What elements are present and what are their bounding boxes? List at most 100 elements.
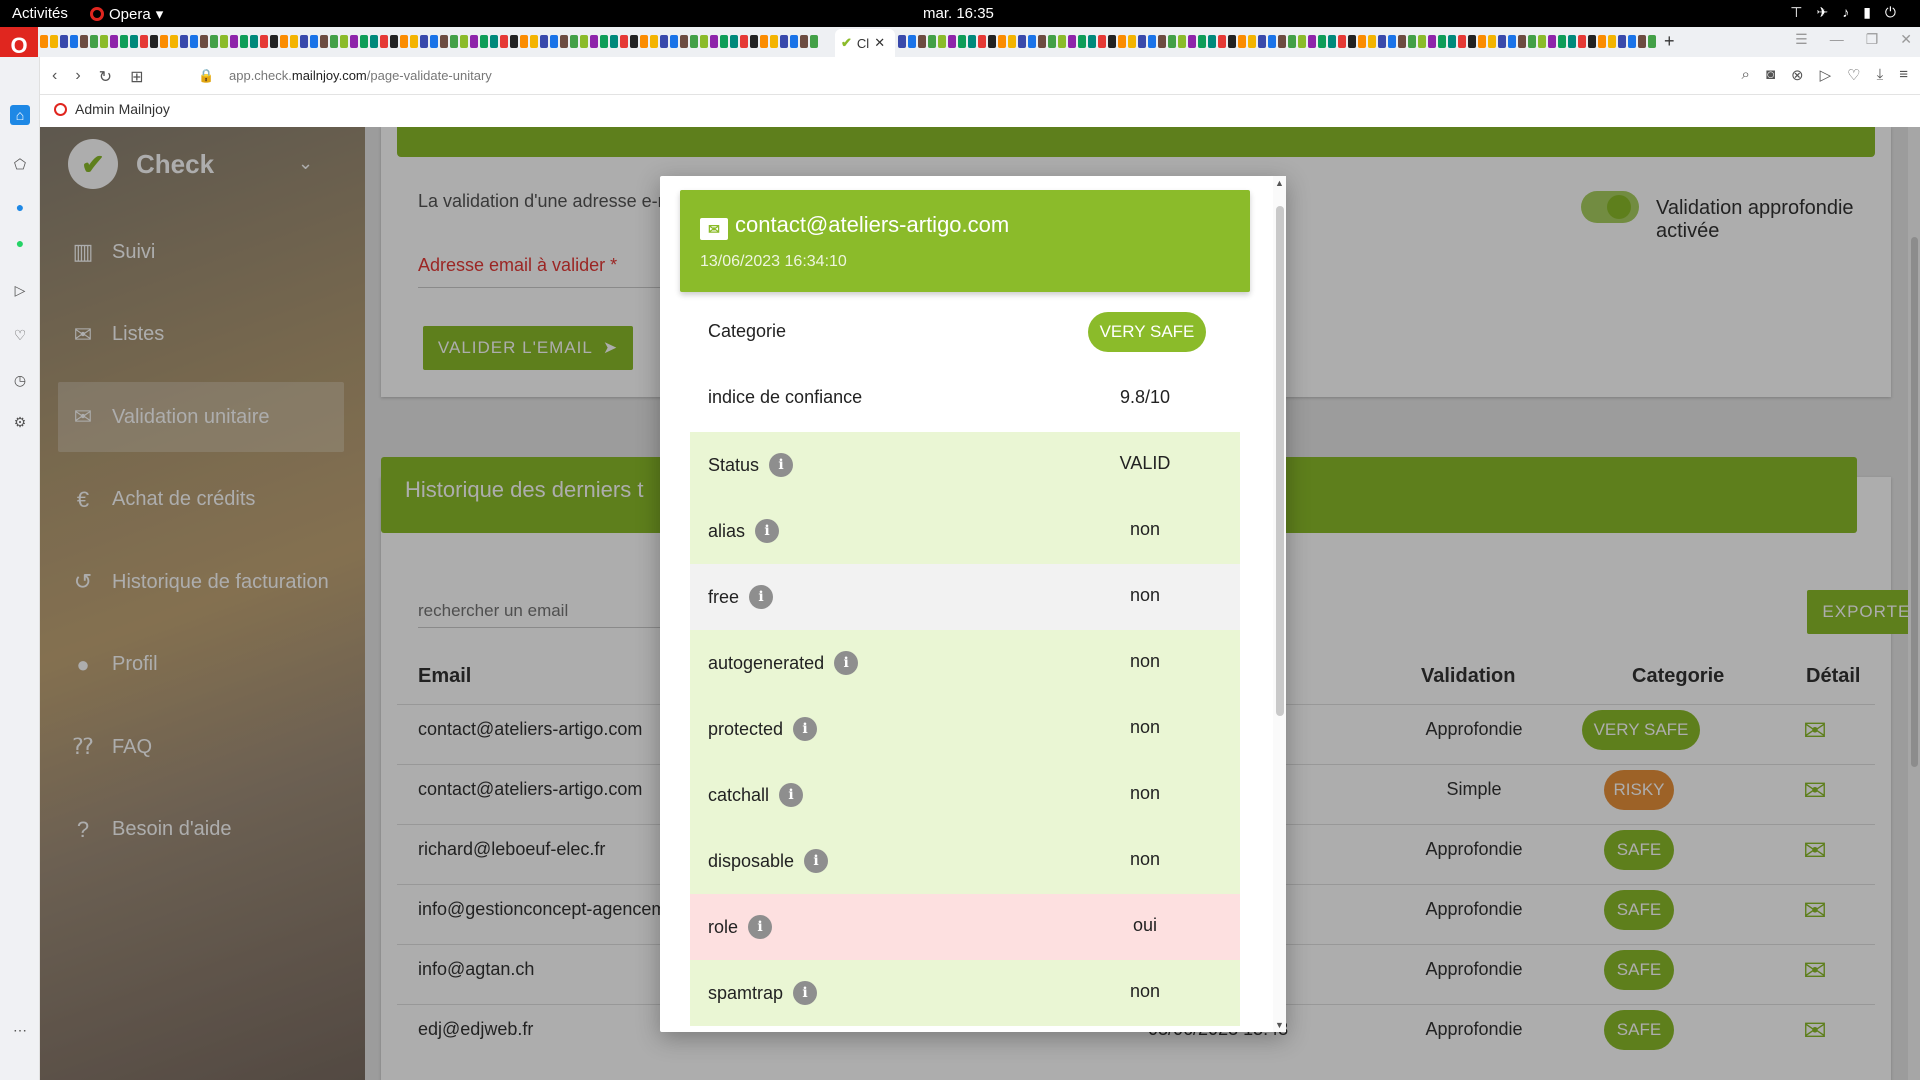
tab-favicon[interactable]	[490, 35, 498, 48]
tab-favicon[interactable]	[1078, 35, 1086, 48]
tab-favicon[interactable]	[400, 35, 408, 48]
tab-favicon[interactable]	[1478, 35, 1486, 48]
tab-favicon[interactable]	[270, 35, 278, 48]
info-icon[interactable]: i	[834, 651, 859, 675]
tab-favicon[interactable]	[1508, 35, 1516, 48]
url-field[interactable]: app.check.mailnjoy.com/page-validate-uni…	[229, 68, 492, 83]
close-tab-icon[interactable]: ✕	[874, 35, 885, 51]
tab-favicon[interactable]	[750, 35, 758, 48]
tab-favicon[interactable]	[230, 35, 238, 48]
tab-favicon[interactable]	[1008, 35, 1016, 48]
tab-favicon[interactable]	[770, 35, 778, 48]
tab-favicon[interactable]	[730, 35, 738, 48]
tab-favicon[interactable]	[1598, 35, 1606, 48]
clock-icon[interactable]: ◷	[10, 370, 30, 390]
tab-favicon[interactable]	[1188, 35, 1196, 48]
sidebar-item[interactable]: ✉ Listes	[58, 300, 344, 370]
tab-favicon[interactable]	[1608, 35, 1616, 48]
tab-favicon[interactable]	[1388, 35, 1396, 48]
settings-icon[interactable]: ⚙	[10, 412, 30, 432]
send-icon[interactable]: ▷	[10, 280, 30, 300]
tab-favicon[interactable]	[170, 35, 178, 48]
send-page-icon[interactable]: ▷	[1820, 66, 1832, 84]
tab-favicon[interactable]	[560, 35, 568, 48]
tab-favicon[interactable]	[450, 35, 458, 48]
brand[interactable]: ✔ Check	[68, 139, 214, 189]
tab-favicon[interactable]	[410, 35, 418, 48]
mail-search-icon[interactable]: ✉	[1795, 713, 1835, 747]
tab-favicon[interactable]	[290, 35, 298, 48]
tab-favicon[interactable]	[988, 35, 996, 48]
page-scrollbar[interactable]	[1908, 127, 1920, 1080]
tab-favicon[interactable]	[500, 35, 508, 48]
sidebar-item[interactable]: ▥ Suivi	[58, 217, 344, 287]
tab-favicon[interactable]	[260, 35, 268, 48]
tab-favicon[interactable]	[1458, 35, 1466, 48]
tab-favicon[interactable]	[620, 35, 628, 48]
tab-favicon[interactable]	[1118, 35, 1126, 48]
tab-favicon[interactable]	[160, 35, 168, 48]
sidebar-item[interactable]: ? Besoin d'aide	[58, 795, 344, 865]
close-window-icon[interactable]: ✕	[1900, 31, 1912, 48]
tab-favicon[interactable]	[1638, 35, 1646, 48]
tab-favicon[interactable]	[1198, 35, 1206, 48]
tab-favicon[interactable]	[1298, 35, 1306, 48]
maximize-icon[interactable]: ❐	[1866, 31, 1879, 48]
info-icon[interactable]: i	[748, 915, 773, 939]
easy-setup-icon[interactable]: ≡	[1899, 66, 1908, 84]
tab-favicon[interactable]	[968, 35, 976, 48]
tab-favicon[interactable]	[1358, 35, 1366, 48]
info-icon[interactable]: i	[755, 519, 780, 543]
tab-favicon[interactable]	[130, 35, 138, 48]
tab-favicon[interactable]	[350, 35, 358, 48]
column-header-detail[interactable]: Détail	[1806, 665, 1860, 688]
tab-favicon[interactable]	[1178, 35, 1186, 48]
lock-icon[interactable]: 🔒	[198, 68, 214, 84]
tab-favicon[interactable]	[998, 35, 1006, 48]
tab-favicon[interactable]	[90, 35, 98, 48]
tab-favicon[interactable]	[760, 35, 768, 48]
tab-favicon[interactable]	[210, 35, 218, 48]
more-icon[interactable]: ⋯	[10, 1020, 30, 1040]
tab-favicon[interactable]	[250, 35, 258, 48]
tabs-grid-icon[interactable]: ⊞	[130, 67, 143, 87]
tab-favicon[interactable]	[1338, 35, 1346, 48]
back-icon[interactable]: ‹	[52, 67, 57, 87]
mail-search-icon[interactable]: ✉	[1795, 833, 1835, 867]
tab-favicon[interactable]	[200, 35, 208, 48]
tab-favicon[interactable]	[360, 35, 368, 48]
adblock-icon[interactable]: ⊗	[1791, 66, 1804, 84]
scroll-up-icon[interactable]: ▲	[1275, 178, 1284, 188]
tab-favicon[interactable]	[690, 35, 698, 48]
mail-search-icon[interactable]: ✉	[1795, 773, 1835, 807]
tab-favicon[interactable]	[1438, 35, 1446, 48]
tab-favicon[interactable]	[70, 35, 78, 48]
tab-favicon[interactable]	[1268, 35, 1276, 48]
tab-favicon[interactable]	[1098, 35, 1106, 48]
tab-favicon[interactable]	[1318, 35, 1326, 48]
tab-favicon[interactable]	[370, 35, 378, 48]
tab-favicon[interactable]	[420, 35, 428, 48]
tab-favicon[interactable]	[1648, 35, 1656, 48]
tab-favicon[interactable]	[1218, 35, 1226, 48]
tab-favicon[interactable]	[1628, 35, 1636, 48]
tab-favicon[interactable]	[1108, 35, 1116, 48]
tab-favicon[interactable]	[550, 35, 558, 48]
tab-favicon[interactable]	[1488, 35, 1496, 48]
search-input[interactable]	[418, 594, 678, 628]
tab-favicon[interactable]	[1348, 35, 1356, 48]
tab-favicon[interactable]	[1228, 35, 1236, 48]
tab-favicon[interactable]	[180, 35, 188, 48]
app-menu[interactable]: Opera ▾	[90, 5, 163, 23]
tab-favicon[interactable]	[1518, 35, 1526, 48]
new-tab-button[interactable]: +	[1664, 31, 1675, 52]
tab-favicon[interactable]	[1528, 35, 1536, 48]
info-icon[interactable]: i	[793, 981, 818, 1005]
sidebar-item[interactable]: € Achat de crédits	[58, 465, 344, 535]
tab-favicon[interactable]	[440, 35, 448, 48]
tab-favicon[interactable]	[1248, 35, 1256, 48]
tab-favicon[interactable]	[430, 35, 438, 48]
tab-favicon[interactable]	[908, 35, 916, 48]
download-icon[interactable]: ⤓	[1877, 66, 1884, 84]
tab-favicon[interactable]	[680, 35, 688, 48]
